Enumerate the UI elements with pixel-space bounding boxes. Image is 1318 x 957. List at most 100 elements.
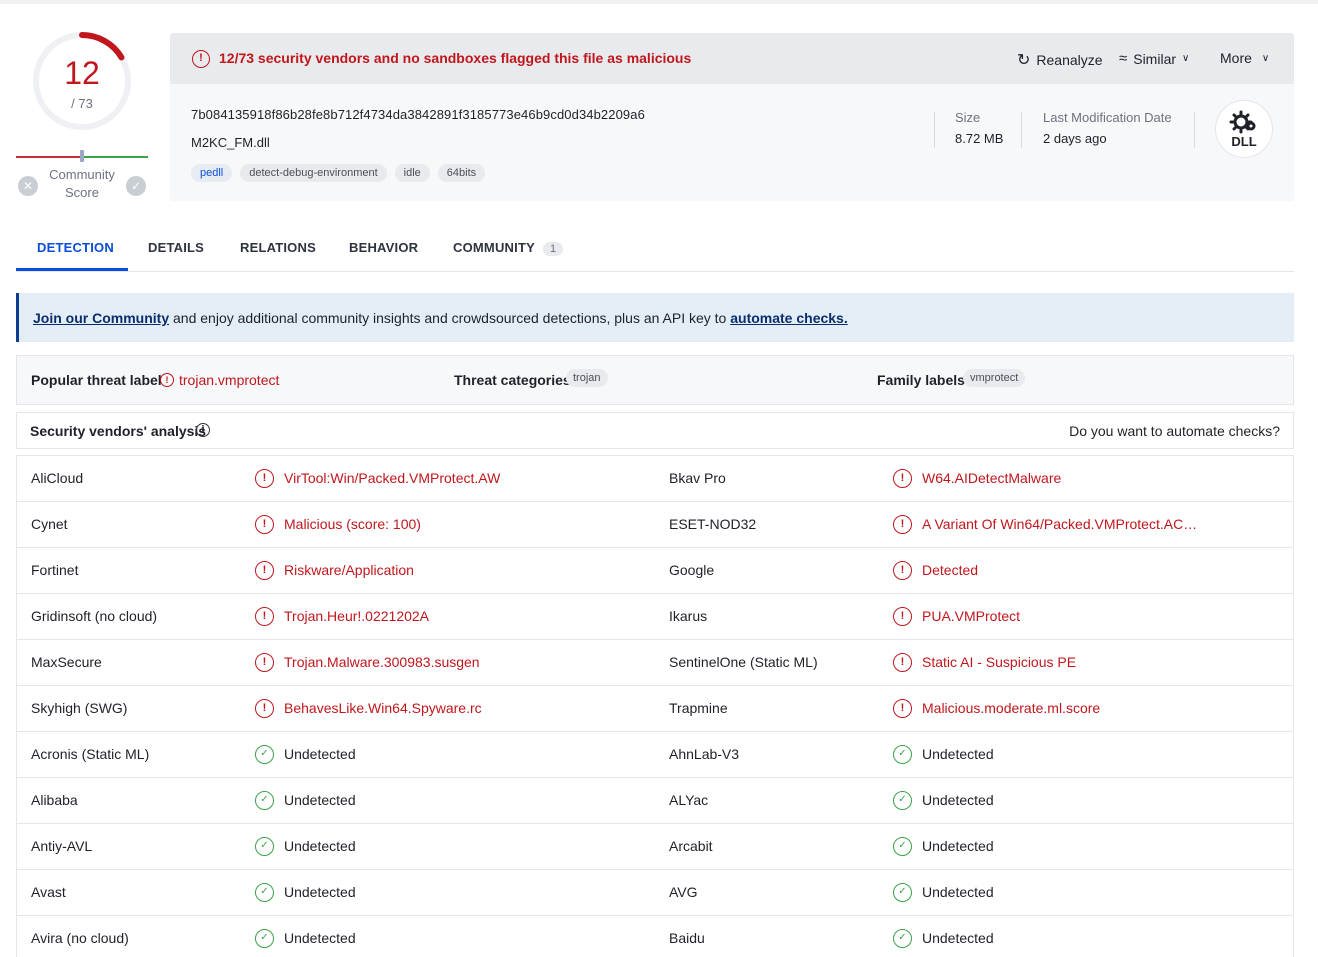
vendor-result: Undetected [922,792,994,808]
table-row: Acronis (Static ML) ✓ Undetected AhnLab-V3 ✓… [17,732,1293,778]
alert-icon: ! [160,373,174,387]
table-row: Skyhigh (SWG)! BehavesLike.Win64.Spyware.… [17,686,1293,732]
check-circle-icon: ✓ [255,745,274,764]
vendor-result: Undetected [284,792,356,808]
tab-details[interactable]: DETAILS [148,240,204,255]
tab-community[interactable]: COMMUNITY 1 [453,240,564,256]
vendor-result: Undetected [284,746,356,762]
vendor-name: Skyhigh (SWG) [31,700,128,716]
vendor-name: Trapmine [669,700,728,716]
threat-summary: Popular threat label ! trojan.vmprotect … [16,355,1294,405]
vendor-result[interactable]: VirTool:Win/Packed.VMProtect.AW [284,470,500,486]
alert-icon: ! [893,607,912,626]
gears-icon: DLL [1229,110,1257,149]
top-divider [0,0,1318,4]
threat-category-pill[interactable]: trojan [566,369,608,387]
chevron-down-icon: ∨ [1182,53,1190,64]
similar-dropdown[interactable]: ≈ Similar ∨ [1119,50,1189,67]
vendor-name: ESET-NOD32 [669,516,757,532]
vote-harmless-icon[interactable]: ✓ [126,176,146,196]
alert-icon: ! [893,653,912,672]
active-tab-indicator [16,268,128,271]
vendor-result[interactable]: Riskware/Application [284,562,414,578]
more-dropdown[interactable]: More ∨ [1220,50,1269,66]
alert-text: 12/73 security vendors and no sandboxes … [219,50,692,66]
last-modification-value: 2 days ago [1043,131,1107,146]
reanalyze-label: Reanalyze [1036,52,1103,68]
check-circle-icon: ✓ [893,791,912,810]
alert-icon: ! [893,515,912,534]
info-icon[interactable]: i [196,423,210,437]
automate-checks-link[interactable]: automate checks. [730,310,848,326]
reanalyze-button[interactable]: ↻ Reanalyze [1017,50,1103,70]
file-type-badge: DLL [1231,134,1256,149]
tag-idle[interactable]: idle [394,164,430,182]
vendor-result[interactable]: BehavesLike.Win64.Spyware.rc [284,700,482,716]
check-circle-icon: ✓ [255,837,274,856]
vendor-result[interactable]: W64.AIDetectMalware [922,470,1061,486]
vendor-result[interactable]: PUA.VMProtect [922,608,1020,624]
vendor-result[interactable]: Malicious.moderate.ml.score [922,700,1100,716]
vendors-analysis-header: Security vendors' analysis i Do you want… [16,412,1294,449]
vendors-table: AliCloud! VirTool:Win/Packed.VMProtect.AW… [16,455,1294,957]
vendor-result[interactable]: Detected [922,562,978,578]
table-row: Cynet! Malicious (score: 100) ESET-NOD32! A… [17,502,1293,548]
size-value: 8.72 MB [955,131,1004,146]
banner-text: Join our Community and enjoy additional … [33,310,848,326]
alert-icon: ! [255,607,274,626]
vendor-result[interactable]: Trojan.Malware.300983.susgen [284,654,480,670]
last-modification-label: Last Modification Date [1043,110,1172,125]
detection-total: / 73 [71,96,93,111]
divider [1021,112,1022,148]
vendor-name: SentinelOne (Static ML) [669,654,818,670]
vendor-name: Acronis (Static ML) [31,746,150,762]
alert-icon: ! [255,561,274,580]
alert-icon: ! [255,469,274,488]
popular-threat-label: Popular threat label [31,372,162,388]
detection-score-widget: 12 / 73 ✕ Community Score ✓ [16,30,148,200]
table-row: Fortinet! Riskware/Application Google! Dete… [17,548,1293,594]
table-row: Gridinsoft (no cloud)! Trojan.Heur!.02212… [17,594,1293,640]
vendor-result: Undetected [922,838,994,854]
popular-threat-value[interactable]: trojan.vmprotect [179,372,279,388]
banner-body: and enjoy additional community insights … [169,310,731,326]
refresh-icon: ↻ [1017,52,1031,69]
tab-behavior[interactable]: BEHAVIOR [349,240,418,255]
community-banner: Join our Community and enjoy additional … [16,293,1294,342]
vendor-name: Avira (no cloud) [31,930,129,946]
size-label: Size [955,110,981,125]
vendor-result[interactable]: Static AI - Suspicious PE [922,654,1076,670]
vendor-result[interactable]: A Variant Of Win64/Packed.VMProtect.AC… [922,516,1197,532]
family-label-pill[interactable]: vmprotect [963,369,1026,387]
check-circle-icon: ✓ [255,883,274,902]
file-summary-card: ! 12/73 security vendors and no sandboxe… [170,33,1294,201]
vendor-name: AhnLab-V3 [669,746,740,762]
community-score-label: Community Score [49,167,115,200]
file-hash[interactable]: 7b084135918f86b28fe8b712f4734da3842891f3… [191,107,645,122]
vendor-result: Undetected [922,930,994,946]
vendor-result[interactable]: Malicious (score: 100) [284,516,421,532]
vendor-name: Baidu [669,930,705,946]
alert-icon: ! [192,50,210,68]
divider [934,112,935,148]
vendor-name: AliCloud [31,470,84,486]
alert-icon: ! [255,699,274,718]
vote-harmful-icon[interactable]: ✕ [18,176,38,196]
vendor-name: ALYac [669,792,709,808]
vendor-result: Undetected [284,838,356,854]
tag-64bits[interactable]: 64bits [437,164,486,182]
automate-checks-prompt[interactable]: Do you want to automate checks? [1069,423,1280,439]
tab-detection[interactable]: DETECTION [37,240,114,255]
file-name: M2KC_FM.dll [191,135,270,150]
vendor-result: Undetected [284,930,356,946]
detection-count: 12 [64,55,100,91]
vendor-result[interactable]: Trojan.Heur!.0221202A [284,608,429,624]
join-community-link[interactable]: Join our Community [33,310,169,326]
vendor-name: Antiy-AVL [31,838,93,854]
tag-detect-debug-environment[interactable]: detect-debug-environment [240,164,387,182]
check-circle-icon: ✓ [893,883,912,902]
table-row: Antiy-AVL ✓ Undetected Arcabit ✓ Undetected [17,824,1293,870]
table-row: Avast ✓ Undetected AVG ✓ Undetected [17,870,1293,916]
tab-relations[interactable]: RELATIONS [240,240,316,255]
tag-pedll[interactable]: pedll [191,164,233,182]
